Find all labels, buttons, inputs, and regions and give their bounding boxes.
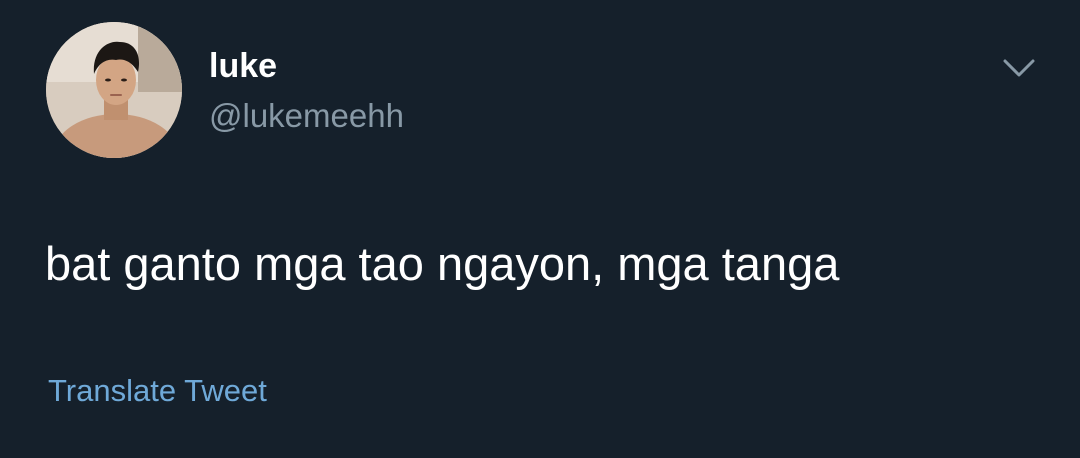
author-display-name[interactable]: luke (209, 46, 277, 86)
tweet-card: luke @lukemeehh bat ganto mga tao ngayon… (0, 0, 1080, 458)
chevron-down-icon[interactable] (1002, 52, 1036, 82)
author-handle[interactable]: @lukemeehh (209, 96, 404, 136)
translate-tweet-link[interactable]: Translate Tweet (48, 372, 267, 410)
avatar[interactable] (46, 22, 182, 158)
tweet-text: bat ganto mga tao ngayon, mga tanga (45, 237, 840, 290)
avatar-photo (46, 22, 182, 158)
